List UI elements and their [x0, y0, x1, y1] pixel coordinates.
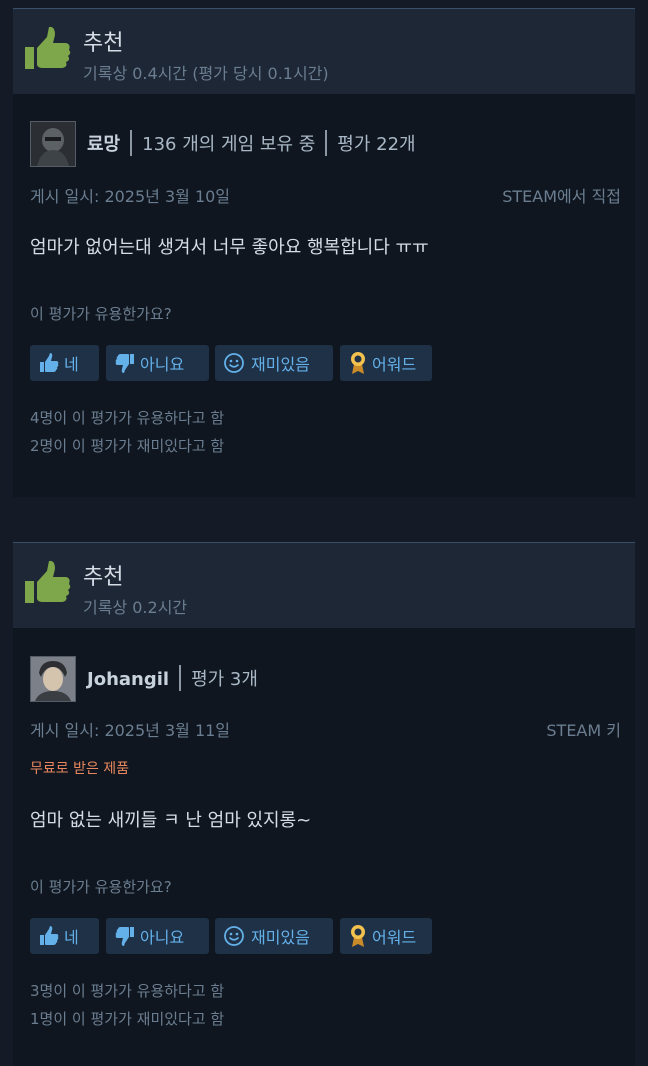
- vote-funny-label: 재미있음: [251, 355, 310, 374]
- review-verdict: 추천: [83, 565, 124, 590]
- posted-date: 게시 일시: 2025년 3월 10일: [30, 187, 231, 206]
- avatar[interactable]: [30, 121, 76, 167]
- smiley-icon: [224, 926, 244, 946]
- review-text: 엄마 없는 새끼들 ㅋ 난 엄마 있지롱~: [30, 810, 312, 831]
- hours-played: 기록상 0.4시간 (평가 당시 0.1시간): [83, 64, 329, 83]
- award-label: 어워드: [372, 355, 417, 374]
- vote-yes-label: 네: [64, 928, 79, 947]
- avatar-image: [31, 657, 75, 701]
- award-label: 어워드: [372, 928, 417, 947]
- posted-date: 게시 일시: 2025년 3월 11일: [30, 721, 231, 740]
- helpful-count: 3명이 이 평가가 유용하다고 함: [30, 982, 225, 1000]
- divider: [179, 665, 182, 691]
- vote-yes-button[interactable]: 네: [30, 918, 99, 954]
- vote-no-label: 아니요: [140, 928, 185, 947]
- funny-count: 2명이 이 평가가 재미있다고 함: [30, 437, 225, 455]
- review-source: STEAM 키: [546, 721, 621, 740]
- vote-yes-button[interactable]: 네: [30, 345, 99, 381]
- divider: [130, 130, 133, 156]
- award-ribbon-icon: [351, 352, 365, 374]
- review-text: 엄마가 없어는대 생겨서 너무 좋아요 행복합니다 ㅠㅠ: [30, 237, 429, 258]
- thumbs-down-icon: [115, 927, 134, 946]
- vote-yes-label: 네: [64, 355, 79, 374]
- vote-funny-button[interactable]: 재미있음: [215, 918, 333, 954]
- vote-no-button[interactable]: 아니요: [106, 918, 209, 954]
- smiley-icon: [224, 353, 244, 373]
- thumbs-down-icon: [115, 354, 134, 373]
- review-card: 추천 기록상 0.2시간 Johangil 평가 3개 게시 일시: 2025년 …: [13, 542, 635, 1066]
- review-card: 추천 기록상 0.4시간 (평가 당시 0.1시간) 료망 136 개의 게임 보…: [13, 8, 635, 497]
- free-product-note: 무료로 받은 제품: [30, 761, 130, 777]
- helpful-question: 이 평가가 유용한가요?: [30, 878, 172, 896]
- games-owned[interactable]: 136 개의 게임 보유 중: [142, 134, 315, 155]
- vote-no-button[interactable]: 아니요: [106, 345, 209, 381]
- award-button[interactable]: 어워드: [340, 918, 432, 954]
- author-name[interactable]: Johangil: [87, 669, 169, 690]
- hours-played: 기록상 0.2시간: [83, 598, 188, 617]
- review-verdict: 추천: [83, 31, 124, 56]
- thumbs-up-icon: [25, 560, 71, 603]
- avatar-image: [31, 122, 75, 166]
- avatar[interactable]: [30, 656, 76, 702]
- review-count[interactable]: 평가 3개: [191, 669, 258, 690]
- vote-funny-button[interactable]: 재미있음: [215, 345, 333, 381]
- thumbs-up-icon: [40, 926, 59, 945]
- review-header[interactable]: 추천 기록상 0.2시간: [13, 542, 635, 628]
- author-info: 료망 136 개의 게임 보유 중 평가 22개: [87, 130, 416, 158]
- vote-no-label: 아니요: [140, 355, 185, 374]
- thumbs-up-icon: [25, 26, 71, 69]
- vote-funny-label: 재미있음: [251, 928, 310, 947]
- thumbs-up-icon: [40, 353, 59, 372]
- review-source: STEAM에서 직접: [502, 187, 621, 206]
- award-ribbon-icon: [351, 925, 365, 947]
- divider: [325, 130, 328, 156]
- award-button[interactable]: 어워드: [340, 345, 432, 381]
- author-info: Johangil 평가 3개: [87, 665, 258, 693]
- helpful-question: 이 평가가 유용한가요?: [30, 305, 172, 323]
- funny-count: 1명이 이 평가가 재미있다고 함: [30, 1010, 225, 1028]
- review-count[interactable]: 평가 22개: [337, 134, 415, 155]
- author-name[interactable]: 료망: [87, 134, 120, 155]
- helpful-count: 4명이 이 평가가 유용하다고 함: [30, 409, 225, 427]
- review-header[interactable]: 추천 기록상 0.4시간 (평가 당시 0.1시간): [13, 8, 635, 94]
